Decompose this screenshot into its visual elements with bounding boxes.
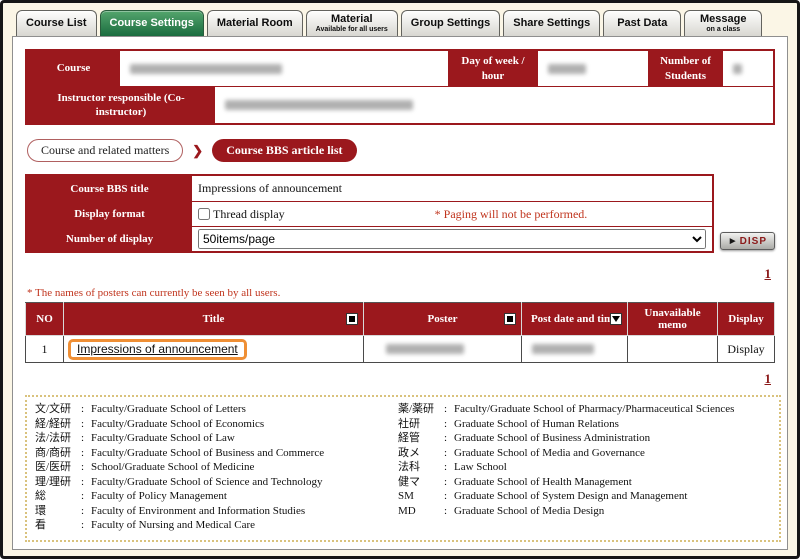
- article-row: 1 Impressions of announcement Display: [26, 336, 775, 363]
- legend-item: MD:Graduate School of Media Design: [398, 504, 771, 519]
- legend-left-column: 文/文研:Faculty/Graduate School of Letters …: [35, 402, 390, 533]
- bbs-title-label: Course BBS title: [27, 176, 192, 201]
- tab-course-list[interactable]: Course List: [16, 10, 97, 36]
- bbs-form-table: Course BBS title Impressions of announce…: [25, 174, 714, 253]
- display-format-label: Display format: [27, 202, 192, 226]
- faculty-legend-box: 文/文研:Faculty/Graduate School of Letters …: [25, 395, 781, 542]
- article-no: 1: [26, 336, 64, 363]
- instructor-label: Instructor responsible (Co-instructor): [27, 87, 215, 123]
- items-per-page-select[interactable]: 50items/page: [198, 229, 706, 249]
- legend-item: 社研:Graduate School of Human Relations: [398, 417, 771, 432]
- col-header-poster: Poster: [364, 303, 522, 336]
- tab-bar: Course List Course Settings Material Roo…: [3, 3, 797, 36]
- tab-share-settings[interactable]: Share Settings: [503, 10, 600, 36]
- legend-item: 理/理研:Faculty/Graduate School of Science …: [35, 475, 390, 490]
- breadcrumb: Course and related matters ❯ Course BBS …: [27, 139, 775, 162]
- redacted-text: [130, 64, 282, 74]
- instructor-value-redacted: [215, 87, 773, 123]
- legend-item: 環:Faculty of Environment and Information…: [35, 504, 390, 519]
- legend-right-column: 薬/薬研:Faculty/Graduate School of Pharmacy…: [398, 402, 771, 533]
- page-link-1[interactable]: 1: [765, 371, 772, 386]
- legend-item: 総:Faculty of Policy Management: [35, 489, 390, 504]
- legend-item: 看:Faculty of Nursing and Medical Care: [35, 518, 390, 533]
- tab-course-settings[interactable]: Course Settings: [100, 10, 204, 36]
- legend-item: 医/医研:School/Graduate School of Medicine: [35, 460, 390, 475]
- legend-item: 薬/薬研:Faculty/Graduate School of Pharmacy…: [398, 402, 771, 417]
- paging-note: * Paging will not be performed.: [435, 207, 588, 222]
- tab-message[interactable]: Message on a class: [684, 10, 762, 36]
- thread-display-checkbox[interactable]: [198, 208, 210, 220]
- article-date-redacted: [522, 336, 628, 363]
- article-display-status: Display: [718, 336, 775, 363]
- thread-display-checkbox-label: Thread display: [213, 207, 285, 222]
- col-header-title: Title: [64, 303, 364, 336]
- redacted-text: [733, 64, 742, 74]
- tab-material[interactable]: Material Available for all users: [306, 10, 398, 36]
- poster-sort-icon[interactable]: [504, 313, 516, 325]
- content-panel: Course Day of week / hour Number of Stud…: [12, 36, 788, 550]
- disp-arrow-icon: ►: [728, 236, 739, 247]
- app-window: Course List Course Settings Material Roo…: [0, 0, 800, 559]
- legend-item: 文/文研:Faculty/Graduate School of Letters: [35, 402, 390, 417]
- redacted-text: [532, 344, 594, 354]
- posters-visibility-note: * The names of posters can currently be …: [27, 287, 775, 299]
- legend-item: 法科:Law School: [398, 460, 771, 475]
- tab-past-data[interactable]: Past Data: [603, 10, 681, 36]
- course-label: Course: [27, 51, 120, 86]
- breadcrumb-separator-icon: ❯: [192, 143, 203, 159]
- students-value-redacted: [723, 51, 773, 86]
- legend-item: 経管:Graduate School of Business Administr…: [398, 431, 771, 446]
- article-memo-cell: [628, 336, 718, 363]
- legend-item: 健マ:Graduate School of Health Management: [398, 475, 771, 490]
- tab-group-settings[interactable]: Group Settings: [401, 10, 500, 36]
- redacted-text: [225, 100, 413, 110]
- article-poster-redacted: [364, 336, 522, 363]
- tab-material-room[interactable]: Material Room: [207, 10, 303, 36]
- page-link-1[interactable]: 1: [765, 266, 772, 281]
- redacted-text: [548, 64, 586, 74]
- course-info-table: Course Day of week / hour Number of Stud…: [25, 49, 775, 125]
- title-sort-icon[interactable]: [346, 313, 358, 325]
- redacted-text: [386, 344, 464, 354]
- highlight-box: Impressions of announcement: [68, 339, 247, 360]
- pagination-top: 1: [25, 265, 775, 283]
- breadcrumb-parent-button[interactable]: Course and related matters: [27, 139, 183, 162]
- col-header-display: Display: [718, 303, 775, 336]
- bbs-title-value: Impressions of announcement: [192, 176, 712, 201]
- course-value-redacted: [120, 51, 448, 86]
- number-of-display-label: Number of display: [27, 227, 192, 251]
- students-label: Number of Students: [648, 51, 723, 86]
- col-header-post-date: Post date and time: [522, 303, 628, 336]
- article-title-link[interactable]: Impressions of announcement: [77, 342, 238, 356]
- bbs-form: Course BBS title Impressions of announce…: [25, 174, 775, 253]
- legend-item: 経/経研:Faculty/Graduate School of Economic…: [35, 417, 390, 432]
- pagination-bottom: 1: [25, 370, 775, 388]
- legend-item: 商/商研:Faculty/Graduate School of Business…: [35, 446, 390, 461]
- day-hour-label: Day of week / hour: [448, 51, 538, 86]
- disp-button[interactable]: ► DISP: [720, 232, 775, 250]
- legend-item: SM:Graduate School of System Design and …: [398, 489, 771, 504]
- legend-item: 政メ:Graduate School of Media and Governan…: [398, 446, 771, 461]
- table-header-row: NO Title Poster Post date and time Unava…: [26, 303, 775, 336]
- legend-item: 法/法研:Faculty/Graduate School of Law: [35, 431, 390, 446]
- date-sort-desc-icon[interactable]: [610, 313, 622, 325]
- article-title-cell: Impressions of announcement: [64, 336, 364, 363]
- day-hour-value-redacted: [538, 51, 648, 86]
- bbs-articles-table: NO Title Poster Post date and time Unava…: [25, 302, 775, 363]
- col-header-no: NO: [26, 303, 64, 336]
- breadcrumb-current: Course BBS article list: [212, 139, 356, 162]
- col-header-unavailable-memo: Unavailable memo: [628, 303, 718, 336]
